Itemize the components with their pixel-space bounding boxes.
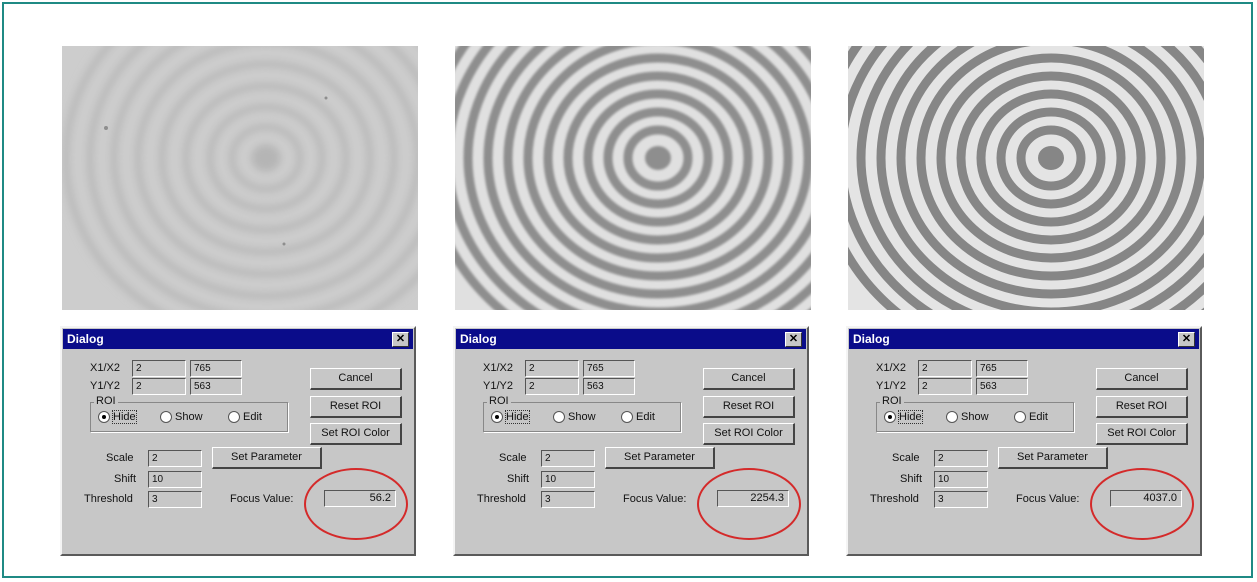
x-label: X1/X2 [483, 362, 513, 374]
radio-selected-icon [98, 411, 110, 424]
dialog-title-bar[interactable]: Dialog ✕ [456, 329, 806, 349]
roi-label: ROI [94, 395, 118, 407]
set-roi-color-button[interactable]: Set ROI Color [703, 423, 795, 445]
cancel-button[interactable]: Cancel [1096, 368, 1188, 390]
roi-option-show[interactable]: Show [946, 411, 989, 424]
set-roi-color-button[interactable]: Set ROI Color [310, 423, 402, 445]
threshold-label: Threshold [870, 493, 919, 505]
shift-label: Shift [114, 473, 137, 485]
shift-label: Shift [900, 473, 923, 485]
focus-value-label: Focus Value: [230, 493, 294, 505]
shift-field[interactable]: 10 [541, 471, 595, 488]
roi-option-label: Hide [505, 410, 530, 424]
shift-label: Shift [507, 473, 530, 485]
roi-label: ROI [880, 395, 904, 407]
scale-label: Scale [892, 452, 920, 464]
threshold-field[interactable]: 3 [934, 491, 988, 508]
roi-label: ROI [487, 395, 511, 407]
dialog-title: Dialog [853, 332, 890, 346]
x2-field[interactable]: 765 [583, 360, 635, 377]
x1-field[interactable]: 2 [525, 360, 579, 377]
y2-field[interactable]: 563 [976, 378, 1028, 395]
threshold-label: Threshold [477, 493, 526, 505]
close-icon[interactable]: ✕ [392, 332, 409, 347]
close-icon[interactable]: ✕ [785, 332, 802, 347]
roi-option-label: Show [961, 411, 989, 423]
x2-field[interactable]: 765 [190, 360, 242, 377]
roi-option-label: Edit [636, 411, 655, 423]
reset-roi-button[interactable]: Reset ROI [310, 396, 402, 418]
radio-icon [946, 411, 958, 424]
radio-selected-icon [884, 411, 896, 424]
y1-field[interactable]: 2 [918, 378, 972, 395]
focus-value-highlight-ellipse [1090, 468, 1194, 540]
shift-field[interactable]: 10 [148, 471, 202, 488]
reset-roi-button[interactable]: Reset ROI [1096, 396, 1188, 418]
y-label: Y1/Y2 [90, 380, 120, 392]
cancel-button[interactable]: Cancel [310, 368, 402, 390]
roi-option-edit[interactable]: Edit [621, 411, 655, 424]
close-icon[interactable]: ✕ [1178, 332, 1195, 347]
roi-option-label: Edit [243, 411, 262, 423]
radio-icon [621, 411, 633, 424]
y-label: Y1/Y2 [876, 380, 906, 392]
focus-value-label: Focus Value: [623, 493, 687, 505]
radio-icon [228, 411, 240, 424]
set-parameter-button[interactable]: Set Parameter [605, 447, 715, 469]
roi-option-hide[interactable]: Hide [491, 410, 530, 424]
y1-field[interactable]: 2 [132, 378, 186, 395]
x2-field[interactable]: 765 [976, 360, 1028, 377]
focus-value-highlight-ellipse [697, 468, 801, 540]
scale-field[interactable]: 2 [148, 450, 202, 467]
shift-field[interactable]: 10 [934, 471, 988, 488]
threshold-field[interactable]: 3 [148, 491, 202, 508]
x-label: X1/X2 [90, 362, 120, 374]
y2-field[interactable]: 563 [583, 378, 635, 395]
y-label: Y1/Y2 [483, 380, 513, 392]
y2-field[interactable]: 563 [190, 378, 242, 395]
target-image-sharp [848, 46, 1204, 310]
roi-option-label: Edit [1029, 411, 1048, 423]
roi-option-label: Hide [112, 410, 137, 424]
x1-field[interactable]: 2 [918, 360, 972, 377]
set-roi-color-button[interactable]: Set ROI Color [1096, 423, 1188, 445]
cancel-button[interactable]: Cancel [703, 368, 795, 390]
roi-option-label: Show [175, 411, 203, 423]
set-parameter-button[interactable]: Set Parameter [998, 447, 1108, 469]
target-image-partially-focused [455, 46, 811, 310]
roi-option-hide[interactable]: Hide [98, 410, 137, 424]
threshold-field[interactable]: 3 [541, 491, 595, 508]
scale-field[interactable]: 2 [541, 450, 595, 467]
roi-option-show[interactable]: Show [160, 411, 203, 424]
radio-icon [553, 411, 565, 424]
radio-icon [160, 411, 172, 424]
threshold-label: Threshold [84, 493, 133, 505]
x1-field[interactable]: 2 [132, 360, 186, 377]
roi-option-edit[interactable]: Edit [228, 411, 262, 424]
target-image-blurred [62, 46, 418, 310]
set-parameter-button[interactable]: Set Parameter [212, 447, 322, 469]
focus-value-highlight-ellipse [304, 468, 408, 540]
reset-roi-button[interactable]: Reset ROI [703, 396, 795, 418]
roi-option-label: Hide [898, 410, 923, 424]
radio-selected-icon [491, 411, 503, 424]
x-label: X1/X2 [876, 362, 906, 374]
y1-field[interactable]: 2 [525, 378, 579, 395]
scale-field[interactable]: 2 [934, 450, 988, 467]
dialog-title: Dialog [67, 332, 104, 346]
dialog-title: Dialog [460, 332, 497, 346]
dialog-title-bar[interactable]: Dialog ✕ [63, 329, 413, 349]
radio-icon [1014, 411, 1026, 424]
focus-value-label: Focus Value: [1016, 493, 1080, 505]
roi-option-show[interactable]: Show [553, 411, 596, 424]
scale-label: Scale [499, 452, 527, 464]
roi-option-label: Show [568, 411, 596, 423]
dialog-title-bar[interactable]: Dialog ✕ [849, 329, 1199, 349]
scale-label: Scale [106, 452, 134, 464]
roi-option-edit[interactable]: Edit [1014, 411, 1048, 424]
roi-option-hide[interactable]: Hide [884, 410, 923, 424]
